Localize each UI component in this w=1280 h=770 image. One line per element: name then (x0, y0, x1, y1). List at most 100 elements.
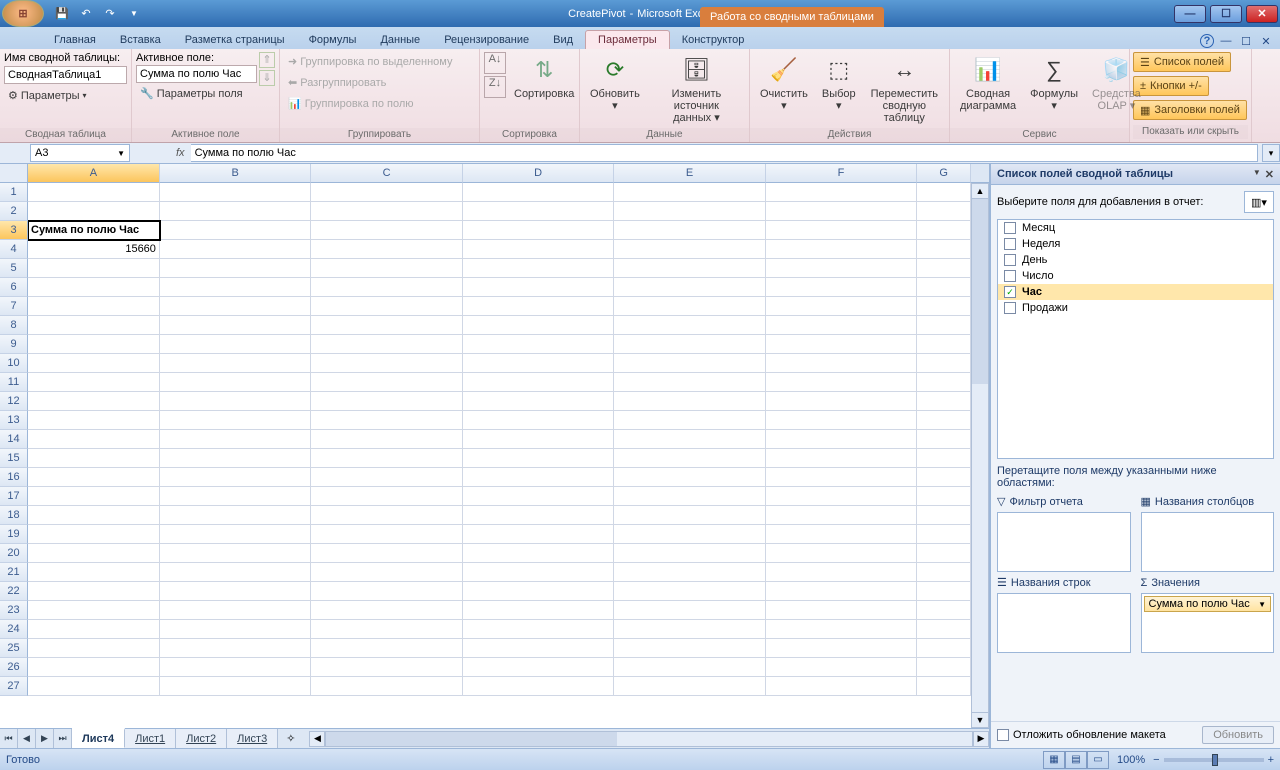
tab-pagelayout[interactable]: Разметка страницы (173, 31, 297, 49)
cell-A17[interactable] (28, 487, 160, 506)
scroll-left-icon[interactable]: ◀ (309, 731, 325, 747)
page-layout-view-button[interactable]: ▤ (1065, 751, 1087, 769)
undo-icon[interactable]: ↶ (76, 4, 96, 24)
cell-D22[interactable] (463, 582, 614, 601)
sheet-tab-Лист2[interactable]: Лист2 (176, 729, 227, 748)
cell-A1[interactable] (28, 183, 160, 202)
field-item-4[interactable]: ✓Час (998, 284, 1273, 300)
cell-G9[interactable] (917, 335, 971, 354)
cell-A25[interactable] (28, 639, 160, 658)
cell-F15[interactable] (766, 449, 917, 468)
cell-C8[interactable] (311, 316, 462, 335)
cell-D19[interactable] (463, 525, 614, 544)
cell-G4[interactable] (917, 240, 971, 259)
cell-B16[interactable] (160, 468, 311, 487)
row-header-12[interactable]: 12 (0, 392, 28, 411)
cell-G15[interactable] (917, 449, 971, 468)
col-header-A[interactable]: A (28, 164, 160, 183)
cell-B10[interactable] (160, 354, 311, 373)
cell-D24[interactable] (463, 620, 614, 639)
col-header-B[interactable]: B (160, 164, 311, 183)
cell-F5[interactable] (766, 259, 917, 278)
cell-C22[interactable] (311, 582, 462, 601)
cell-E1[interactable] (614, 183, 765, 202)
cell-E24[interactable] (614, 620, 765, 639)
cell-D21[interactable] (463, 563, 614, 582)
cell-D10[interactable] (463, 354, 614, 373)
tab-data[interactable]: Данные (368, 31, 432, 49)
maximize-button[interactable]: ☐ (1210, 5, 1242, 23)
cell-F22[interactable] (766, 582, 917, 601)
cell-B4[interactable] (160, 240, 311, 259)
row-header-3[interactable]: 3 (0, 221, 28, 240)
columns-dropzone[interactable] (1141, 512, 1275, 572)
col-header-C[interactable]: C (311, 164, 462, 183)
spreadsheet-grid[interactable]: 1234567891011121314151617181920212223242… (0, 164, 989, 728)
cell-E19[interactable] (614, 525, 765, 544)
cell-B27[interactable] (160, 677, 311, 696)
row-header-6[interactable]: 6 (0, 278, 28, 297)
row-header-14[interactable]: 14 (0, 430, 28, 449)
cell-D12[interactable] (463, 392, 614, 411)
cell-E20[interactable] (614, 544, 765, 563)
cell-F10[interactable] (766, 354, 917, 373)
cell-A24[interactable] (28, 620, 160, 639)
cell-C18[interactable] (311, 506, 462, 525)
cell-D3[interactable] (463, 221, 614, 240)
tab-view[interactable]: Вид (541, 31, 585, 49)
cell-D20[interactable] (463, 544, 614, 563)
cell-A14[interactable] (28, 430, 160, 449)
tab-formulas[interactable]: Формулы (297, 31, 369, 49)
cell-A6[interactable] (28, 278, 160, 297)
row-header-5[interactable]: 5 (0, 259, 28, 278)
cell-G18[interactable] (917, 506, 971, 525)
cell-E7[interactable] (614, 297, 765, 316)
cell-A20[interactable] (28, 544, 160, 563)
cell-D9[interactable] (463, 335, 614, 354)
cell-A11[interactable] (28, 373, 160, 392)
field-list-toggle[interactable]: ☰Список полей (1133, 52, 1231, 72)
cell-F1[interactable] (766, 183, 917, 202)
cell-B22[interactable] (160, 582, 311, 601)
clear-button[interactable]: 🧹Очистить▾ (754, 52, 814, 114)
cell-B11[interactable] (160, 373, 311, 392)
cell-C20[interactable] (311, 544, 462, 563)
vscroll-thumb[interactable] (972, 199, 988, 384)
expand-field-icon[interactable]: ⇑ (259, 52, 275, 68)
row-header-10[interactable]: 10 (0, 354, 28, 373)
cell-B7[interactable] (160, 297, 311, 316)
cell-D25[interactable] (463, 639, 614, 658)
minimize-button[interactable]: — (1174, 5, 1206, 23)
cell-F4[interactable] (766, 240, 917, 259)
cell-B26[interactable] (160, 658, 311, 677)
sheet-tab-Лист1[interactable]: Лист1 (125, 729, 176, 748)
select-all-corner[interactable] (0, 164, 28, 183)
cell-G6[interactable] (917, 278, 971, 297)
cell-D26[interactable] (463, 658, 614, 677)
cell-D1[interactable] (463, 183, 614, 202)
layout-options-button[interactable]: ▥▾ (1244, 191, 1274, 213)
cell-A21[interactable] (28, 563, 160, 582)
save-icon[interactable]: 💾 (52, 4, 72, 24)
row-header-25[interactable]: 25 (0, 639, 28, 658)
cell-B9[interactable] (160, 335, 311, 354)
cell-E27[interactable] (614, 677, 765, 696)
cell-G8[interactable] (917, 316, 971, 335)
row-header-27[interactable]: 27 (0, 677, 28, 696)
cell-B12[interactable] (160, 392, 311, 411)
cell-A15[interactable] (28, 449, 160, 468)
move-pivot-button[interactable]: ↔Переместитьсводную таблицу (864, 52, 945, 126)
cell-E12[interactable] (614, 392, 765, 411)
cell-D23[interactable] (463, 601, 614, 620)
pivot-name-field[interactable]: СводнаяТаблица1 (4, 66, 127, 84)
cell-E26[interactable] (614, 658, 765, 677)
cell-C11[interactable] (311, 373, 462, 392)
cell-F27[interactable] (766, 677, 917, 696)
cell-C16[interactable] (311, 468, 462, 487)
cell-E8[interactable] (614, 316, 765, 335)
cell-D14[interactable] (463, 430, 614, 449)
field-item-5[interactable]: Продажи (998, 300, 1273, 316)
cell-C2[interactable] (311, 202, 462, 221)
cell-B24[interactable] (160, 620, 311, 639)
cell-G11[interactable] (917, 373, 971, 392)
